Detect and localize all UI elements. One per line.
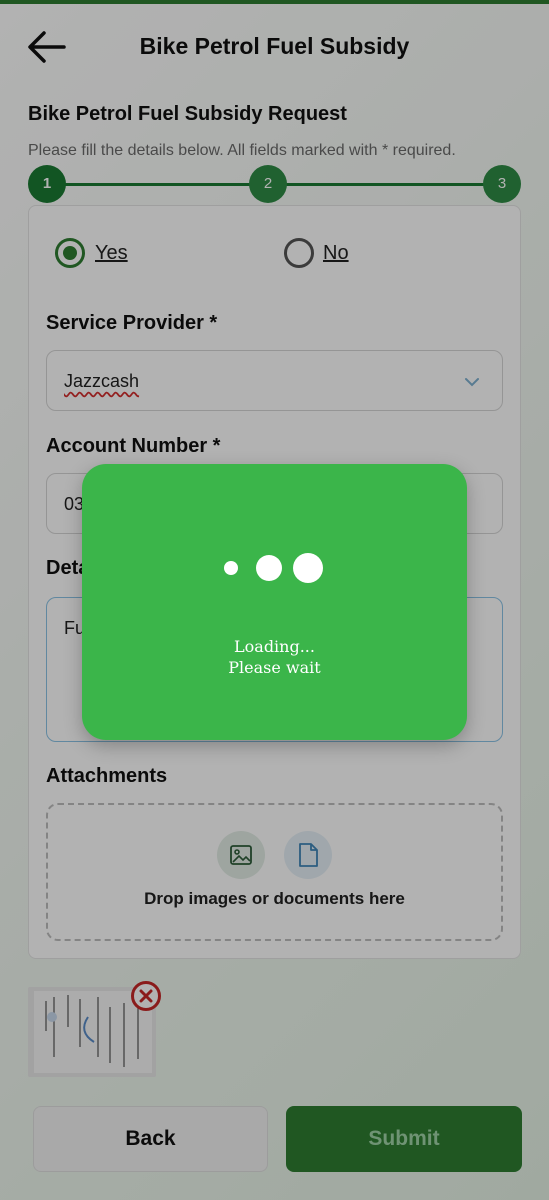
loading-subtext: Please wait bbox=[228, 658, 321, 677]
loading-dot-1 bbox=[224, 561, 238, 575]
loading-text: Loading... bbox=[234, 637, 315, 656]
loading-dot-2 bbox=[256, 555, 282, 581]
loading-dot-3 bbox=[293, 553, 323, 583]
loading-dialog: Loading... Please wait bbox=[82, 464, 467, 740]
